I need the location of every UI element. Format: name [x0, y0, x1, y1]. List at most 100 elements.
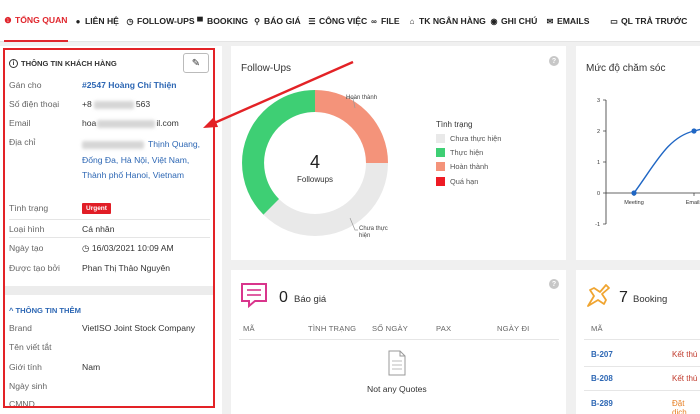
tab-ghi-chu[interactable]: ◉ GHI CHÚ: [490, 0, 538, 42]
cart-icon: ▀: [197, 16, 203, 26]
booking-status: Kết thú: [672, 350, 698, 359]
divider: [239, 339, 559, 340]
more-info-toggle[interactable]: ^ THÔNG TIN THÊM: [9, 306, 81, 315]
phone-label: Số điện thoại: [9, 99, 60, 109]
tab-tk-ngan-hang[interactable]: ⌂ TK NGÂN HÀNG: [408, 0, 486, 42]
email-label: Email: [9, 118, 31, 128]
bank-icon: ⌂: [409, 16, 415, 26]
col-tinh-trang[interactable]: TÌNH TRẠNG: [308, 324, 356, 333]
help-icon[interactable]: ?: [549, 279, 559, 289]
tab-file[interactable]: ∞ FILE: [370, 0, 399, 42]
tab-lien-he[interactable]: ● LIÊN HỆ: [74, 0, 119, 42]
brand-label: Brand: [9, 323, 32, 333]
envelope-icon: ✉: [546, 16, 554, 26]
care-level-chart: 3 2 1 0 -1 Meeting Emails: [595, 98, 700, 228]
info-circle-icon: ❶: [4, 15, 12, 25]
booking-count: 7: [619, 289, 628, 306]
booking-code-link[interactable]: B-207: [591, 350, 613, 359]
followups-donut: [242, 90, 388, 236]
status-badge: Urgent: [82, 203, 111, 214]
section-separator: [5, 286, 215, 295]
divider: [9, 219, 210, 220]
address-label: Địa chỉ: [9, 137, 36, 147]
assigned-value[interactable]: #2547 Hoàng Chí Thiện: [82, 80, 177, 90]
followups-count: 4: [310, 152, 321, 172]
created-value: ◷ 16/03/2021 10:09 AM: [82, 243, 174, 253]
data-point: [631, 190, 637, 196]
tab-emails[interactable]: ✉ EMAILS: [546, 0, 590, 42]
tab-bao-gia[interactable]: ⚲ BÁO GIÁ: [253, 0, 301, 42]
created-by-label: Được tạo bởi: [9, 263, 60, 273]
y-tick-label: 3: [597, 98, 600, 104]
email-value[interactable]: hoa il.com: [82, 118, 179, 128]
x-tick-label: Meeting: [624, 200, 644, 206]
brand-value: VietISO Joint Stock Company: [82, 323, 196, 333]
airplane-icon: [587, 284, 610, 307]
series-line: [633, 128, 700, 194]
col-so-ngay[interactable]: SỐ NGÀY: [372, 324, 408, 333]
legend-item-chua-thuc-hien[interactable]: Chưa thực hiện: [436, 134, 501, 143]
tab-booking[interactable]: ▀ BOOKING: [196, 0, 248, 42]
document-icon: [388, 350, 406, 376]
col-ma[interactable]: MÃ: [243, 324, 255, 333]
type-label: Loại hình: [9, 224, 45, 234]
credit-card-icon: ▭: [610, 16, 618, 26]
comment-icon: ◉: [490, 16, 498, 26]
booking-code-link[interactable]: B-289: [591, 399, 613, 408]
quotes-label: Báo giá: [294, 294, 327, 305]
quote-chat-icon: [241, 283, 267, 308]
search-icon: ⚲: [254, 16, 260, 26]
booking-code-link[interactable]: B-208: [591, 374, 613, 383]
assigned-label: Gán cho: [9, 80, 42, 90]
quotes-count: 0: [279, 289, 288, 306]
type-value: Cá nhân: [82, 224, 115, 234]
divider: [584, 366, 700, 367]
edit-button[interactable]: ✎: [183, 53, 209, 73]
followups-count-label: Followups: [297, 175, 334, 184]
tab-cong-viec[interactable]: ☰ CÔNG VIỆC: [308, 0, 367, 42]
legend-item-thuc-hien[interactable]: Thực hiện: [436, 148, 483, 157]
created-by-value: Phan Thị Thảo Nguyên: [82, 263, 171, 273]
legend-item-hoan-thanh[interactable]: Hoàn thành: [436, 162, 488, 171]
booking-status: Kết thú: [672, 374, 698, 383]
gender-label: Giới tính: [9, 362, 42, 372]
tab-ql-tra-truoc[interactable]: ▭ QL TRẢ TRƯỚC: [610, 0, 687, 42]
address-value[interactable]: Thịnh Quang, Đống Đa, Hà Nội, Việt Nam, …: [82, 137, 210, 184]
task-list-icon: ☰: [308, 16, 316, 26]
abbr-label: Tên viết tắt: [9, 342, 52, 352]
created-label: Ngày tạo: [9, 243, 44, 253]
info-icon: i: [9, 59, 18, 68]
legend-title: Tình trạng: [436, 120, 473, 129]
col-pax[interactable]: PAX: [436, 324, 451, 333]
link-icon: ∞: [371, 16, 377, 26]
y-tick-label: 1: [597, 160, 600, 166]
pencil-icon: ✎: [191, 57, 201, 69]
data-point: [691, 128, 697, 134]
donut-segment-thuc-hien: [242, 90, 316, 215]
donut-segment-hoan-thanh: [314, 90, 388, 164]
dob-label: Ngày sinh: [9, 381, 48, 391]
y-tick-label: -1: [595, 222, 600, 228]
empty-quotes-text: Not any Quotes: [367, 384, 427, 394]
tab-tong-quan[interactable]: ❶ TỔNG QUAN: [4, 0, 68, 42]
divider: [584, 339, 700, 340]
divider: [9, 237, 210, 238]
legend-item-qua-han[interactable]: Quá hạn: [436, 177, 478, 186]
col-ma[interactable]: MÃ: [591, 324, 603, 333]
gender-value: Nam: [82, 362, 101, 372]
y-tick-label: 2: [597, 129, 600, 135]
cmnd-label: CMND: [9, 399, 35, 409]
col-ngay-di[interactable]: NGÀY ĐI: [497, 324, 530, 333]
clock-icon: ◷: [82, 243, 92, 253]
booking-label: Booking: [633, 294, 668, 305]
status-label: Tình trạng: [9, 203, 49, 213]
user-icon: ●: [75, 16, 81, 26]
y-tick-label: 0: [597, 191, 600, 197]
callout-hoan-thanh: Hoàn thành: [346, 95, 378, 101]
customer-info-title: i THÔNG TIN KHÁCH HÀNG: [9, 59, 117, 68]
tab-follow-ups[interactable]: ◷ FOLLOW-UPS: [126, 0, 195, 42]
x-tick-label: Emails: [686, 200, 700, 206]
booking-status: Đặt dịch: [672, 399, 687, 414]
clock-icon: ◷: [126, 16, 134, 26]
divider: [584, 390, 700, 391]
